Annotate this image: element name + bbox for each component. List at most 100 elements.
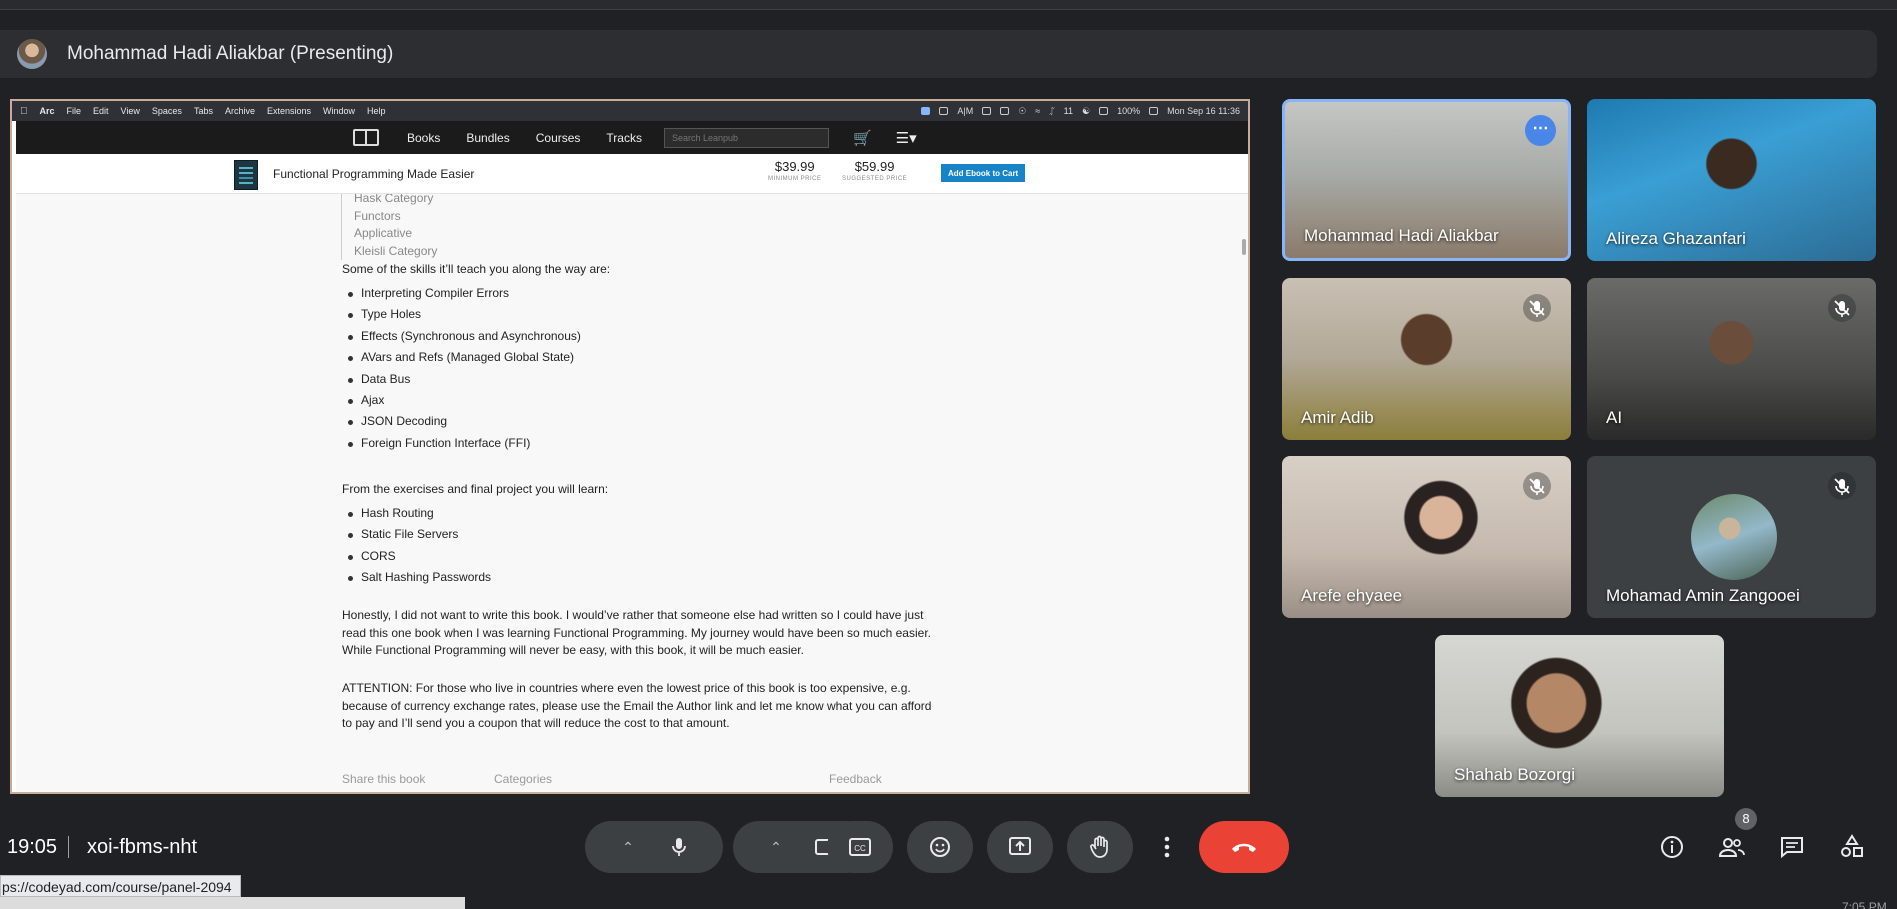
search-input[interactable] <box>663 127 829 148</box>
battery-icon[interactable] <box>1149 107 1159 115</box>
participant-tile[interactable]: AI <box>1587 278 1876 440</box>
participant-tile[interactable]: Shahab Bozorgi <box>1435 635 1724 797</box>
menubar-clock[interactable]: Mon Sep 16 11:36 <box>1167 106 1240 116</box>
hamburger-menu-icon[interactable]: ☰▾ <box>896 129 917 147</box>
book-title[interactable]: Functional Programming Made Easier <box>273 167 474 181</box>
minimum-price: $39.99 MINIMUM PRICE <box>768 159 822 182</box>
mic-off-icon <box>1828 472 1856 500</box>
presenter-banner: Mohammad Hadi Aliakbar (Presenting) <box>0 30 1877 78</box>
leave-call-button[interactable] <box>1199 821 1289 873</box>
list-item: Type Holes <box>342 304 581 325</box>
svg-text:CC: CC <box>854 844 866 853</box>
bluetooth-icon[interactable]: ᛢ <box>1049 106 1054 116</box>
keyboard-icon[interactable] <box>1099 107 1109 115</box>
nav-bundles[interactable]: Bundles <box>466 131 509 145</box>
captions-button[interactable]: CC <box>827 821 893 873</box>
book-cover[interactable] <box>234 160 258 190</box>
meeting-info-button[interactable] <box>1654 829 1690 865</box>
battery-percent[interactable]: 100% <box>1117 106 1140 116</box>
record-icon[interactable]: ☉ <box>1018 106 1026 117</box>
add-to-cart-button[interactable]: Add Ebook to Cart <box>941 164 1026 182</box>
toc-item[interactable]: Kleisli Category <box>354 243 437 261</box>
presenter-title: Mohammad Hadi Aliakbar (Presenting) <box>67 43 394 64</box>
toc-item[interactable]: Applicative <box>354 225 437 243</box>
nav-tracks[interactable]: Tracks <box>606 131 642 145</box>
list-item: Data Bus <box>342 369 581 390</box>
link-status-bar: ps://codeyad.com/course/panel-2094 <box>0 875 241 897</box>
mic-control: ⌃ <box>585 821 723 873</box>
raise-hand-button[interactable] <box>1067 821 1133 873</box>
menu-edit[interactable]: Edit <box>93 106 109 116</box>
nav-courses[interactable]: Courses <box>536 131 581 145</box>
more-options-icon[interactable]: ⋯ <box>1525 115 1556 146</box>
apple-icon[interactable]:  <box>20 106 28 117</box>
present-icon <box>1009 837 1031 855</box>
book-description: Hask Category Functors Applicative Kleis… <box>16 194 1248 792</box>
shared-screen:  Arc File Edit View Spaces Tabs Archive… <box>10 99 1250 794</box>
cart-icon[interactable]: 🛒 <box>853 129 872 147</box>
menu-file[interactable]: File <box>67 106 82 116</box>
people-button[interactable] <box>1714 829 1750 865</box>
avatar <box>17 39 47 69</box>
mic-toggle-button[interactable] <box>653 821 705 873</box>
menu-arc[interactable]: Arc <box>40 106 55 116</box>
honestly-paragraph: Honestly, I did not want to write this b… <box>342 608 931 657</box>
nav-books[interactable]: Books <box>407 131 440 145</box>
emoji-icon <box>930 837 950 857</box>
participant-tile[interactable]: Alireza Ghazanfari <box>1587 99 1876 261</box>
participant-name: Shahab Bozorgi <box>1454 765 1575 784</box>
video-options-chevron-icon[interactable]: ⌃ <box>751 839 801 856</box>
categories-heading: Categories <box>494 772 553 786</box>
screen-share-icon[interactable] <box>921 107 931 115</box>
meeting-code[interactable]: xoi-fbms-nht <box>87 836 197 859</box>
menu-spaces[interactable]: Spaces <box>152 106 182 116</box>
scrollbar[interactable] <box>1242 239 1246 255</box>
leanpub-logo-icon[interactable] <box>353 129 379 146</box>
more-options-button[interactable] <box>1147 821 1187 873</box>
participant-tile[interactable]: ⋯ Mohammad Hadi Aliakbar <box>1282 99 1571 261</box>
list-item: CORS <box>342 546 491 567</box>
notification-count[interactable]: 11 <box>1064 106 1073 116</box>
mac-menubar:  Arc File Edit View Spaces Tabs Archive… <box>12 101 1248 121</box>
people-icon <box>1718 838 1745 857</box>
suggested-price-value: $59.99 <box>854 159 895 174</box>
more-vert-icon <box>1164 836 1170 858</box>
meet-window: { "presenter": { "title": "Mohammad Hadi… <box>0 0 1897 909</box>
participant-name: Alireza Ghazanfari <box>1606 229 1746 248</box>
menu-archive[interactable]: Archive <box>225 106 255 116</box>
list-item: JSON Decoding <box>342 411 581 432</box>
participant-tile[interactable]: Amir Adib <box>1282 278 1571 440</box>
mic-off-icon <box>1523 294 1551 322</box>
app-status-icon[interactable] <box>982 107 992 115</box>
list-item: AVars and Refs (Managed Global State) <box>342 347 581 368</box>
chat-icon <box>1781 837 1803 859</box>
participant-tile[interactable]: Arefe ehyaee <box>1282 456 1571 618</box>
leanpub-navbar: Books Bundles Courses Tracks 🛒 ☰▾ <box>16 121 1248 154</box>
wifi-icon[interactable]: ≈ <box>1035 106 1040 116</box>
toc-list: Hask Category Functors Applicative Kleis… <box>341 194 437 260</box>
participant-name: Arefe ehyaee <box>1301 586 1403 605</box>
menu-tabs[interactable]: Tabs <box>194 106 213 116</box>
mic-off-icon <box>1828 294 1856 322</box>
battery-app-icon[interactable] <box>1000 107 1010 115</box>
menu-view[interactable]: View <box>121 106 140 116</box>
skills-intro: Some of the skills it’ll teach you along… <box>342 262 611 276</box>
hang-up-icon <box>1232 843 1256 852</box>
present-screen-button[interactable] <box>987 821 1053 873</box>
list-item: Foreign Function Interface (FFI) <box>342 433 581 454</box>
menu-extensions[interactable]: Extensions <box>267 106 311 116</box>
camera-status-icon[interactable] <box>939 107 949 115</box>
participant-tile[interactable]: Mohamad Amin Zangooei <box>1587 456 1876 618</box>
people-count-badge: 8 <box>1735 808 1757 830</box>
activities-button[interactable] <box>1834 829 1870 865</box>
menu-help[interactable]: Help <box>367 106 386 116</box>
toc-item[interactable]: Hask Category <box>354 194 437 208</box>
menu-window[interactable]: Window <box>323 106 355 116</box>
feedback-heading: Feedback <box>829 772 882 786</box>
headphones-icon[interactable]: ☯ <box>1082 106 1090 117</box>
chat-button[interactable] <box>1774 829 1810 865</box>
toc-item[interactable]: Functors <box>354 208 437 226</box>
audio-options-chevron-icon[interactable]: ⌃ <box>603 839 653 856</box>
input-source[interactable]: A|M <box>957 106 973 116</box>
reactions-button[interactable] <box>907 821 973 873</box>
